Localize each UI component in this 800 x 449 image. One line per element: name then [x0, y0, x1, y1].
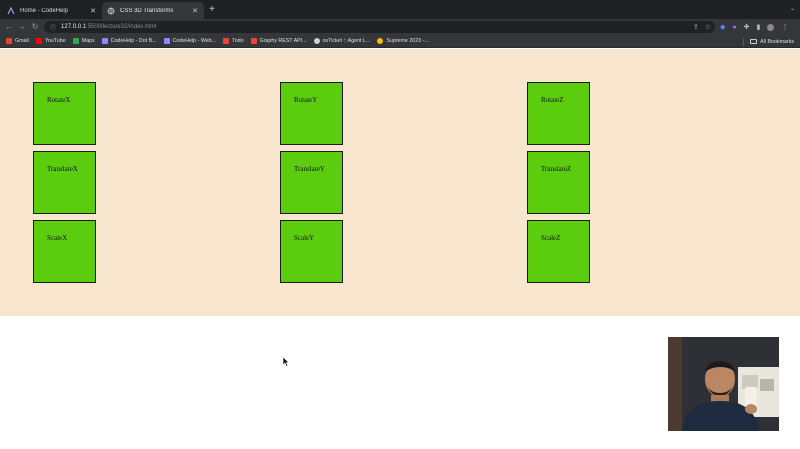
site-info-icon[interactable]: ⓘ	[50, 23, 56, 32]
box-label: RotateZ	[541, 96, 564, 104]
maps-icon	[72, 38, 79, 44]
extensions-area: ◆ ● ✚ ▮ ⋮	[720, 21, 788, 33]
box-label: TranslateX	[47, 165, 78, 173]
bookmark-osticket[interactable]: osTicket :: Agent L...	[313, 38, 370, 44]
bookmark-codehelp-dot[interactable]: CodeHelp - Dot B...	[101, 38, 157, 44]
profile-avatar-icon[interactable]	[767, 23, 775, 31]
youtube-icon	[35, 38, 42, 44]
box-scalez: ScaleZ	[527, 220, 590, 283]
codehelp-icon	[101, 38, 108, 44]
browser-toolbar: ← → ↻ ⓘ 127.0.0.1 :5500/lecture32/index.…	[0, 19, 800, 35]
supreme-icon	[377, 38, 384, 44]
todo-icon	[223, 38, 230, 44]
bookmarks-divider	[743, 37, 745, 46]
bookmark-star-icon[interactable]: ☆	[705, 23, 711, 31]
extension-purple-icon[interactable]: ●	[732, 24, 736, 31]
globe-icon	[107, 7, 115, 15]
bookmark-supreme[interactable]: Supreme 2023 -...	[377, 38, 429, 44]
tab-strip: Home - CodeHelp ✕ CSS 3D Transforms ✕ + …	[0, 0, 800, 19]
codehelp-icon	[7, 6, 15, 15]
box-label: ScaleY	[294, 234, 315, 242]
transform-demo-panel: RotateX TranslateX ScaleX RotateY Transl…	[0, 49, 800, 316]
box-translatex: TranslateX	[33, 151, 96, 214]
osticket-icon	[313, 38, 320, 44]
box-rotatey: RotateY	[280, 82, 343, 145]
codehelp-icon	[163, 38, 170, 44]
box-label: RotateX	[47, 96, 71, 104]
url-path: :5500/lecture32/index.html	[86, 24, 157, 30]
box-rotatex: RotateX	[33, 82, 96, 145]
tab-css-3d-transforms[interactable]: CSS 3D Transforms ✕	[102, 2, 204, 19]
tab-home-codehelp[interactable]: Home - CodeHelp ✕	[2, 2, 102, 19]
close-tab-icon[interactable]: ✕	[191, 7, 199, 15]
box-scaley: ScaleY	[280, 220, 343, 283]
bookmark-maps[interactable]: Maps	[72, 38, 95, 44]
close-tab-icon[interactable]: ✕	[89, 7, 97, 15]
box-label: TranslateZ	[541, 165, 572, 173]
bookmark-gmail[interactable]: Gmail	[6, 38, 29, 44]
new-tab-button[interactable]: +	[207, 4, 217, 16]
side-panel-icon[interactable]: ▮	[757, 23, 761, 31]
bookmark-codehelp-web[interactable]: CodeHelp - Web...	[163, 38, 216, 44]
extension-blue-icon[interactable]: ◆	[720, 23, 725, 31]
share-icon[interactable]: ⇪	[693, 23, 699, 31]
box-label: TranslateY	[294, 165, 325, 173]
menu-kebab-icon[interactable]: ⋮	[781, 23, 788, 31]
box-translatez: TranslateZ	[527, 151, 590, 214]
forward-arrow-icon[interactable]: →	[17, 21, 27, 33]
all-bookmarks[interactable]: All Bookmarks	[743, 35, 794, 48]
tab-title: Home - CodeHelp	[20, 7, 69, 14]
box-translatey: TranslateY	[280, 151, 343, 214]
box-label: RotateY	[294, 96, 318, 104]
box-scalex: ScaleX	[33, 220, 96, 283]
tab-title: CSS 3D Transforms	[120, 7, 174, 14]
url-host: 127.0.0.1	[61, 24, 87, 30]
graphy-icon	[250, 38, 257, 44]
extensions-puzzle-icon[interactable]: ✚	[744, 23, 750, 31]
back-arrow-icon[interactable]: ←	[4, 21, 14, 33]
address-bar[interactable]: ⓘ 127.0.0.1 :5500/lecture32/index.html ⇪…	[44, 21, 715, 33]
box-label: ScaleX	[47, 234, 68, 242]
tab-search-chevron-icon[interactable]: ⌄	[790, 5, 795, 12]
bookmarks-bar: Gmail YouTube Maps CodeHelp - Dot B... C…	[0, 35, 800, 48]
bookmark-youtube[interactable]: YouTube	[35, 38, 66, 44]
folder-icon	[750, 39, 758, 44]
presenter-webcam-video	[668, 337, 779, 431]
box-rotatez: RotateZ	[527, 82, 590, 145]
gmail-icon	[6, 38, 12, 44]
bookmark-graphy[interactable]: Graphy REST API...	[250, 38, 307, 44]
bookmark-todo[interactable]: Todo	[223, 38, 244, 44]
box-label: ScaleZ	[541, 234, 561, 242]
reload-icon[interactable]: ↻	[30, 21, 40, 33]
